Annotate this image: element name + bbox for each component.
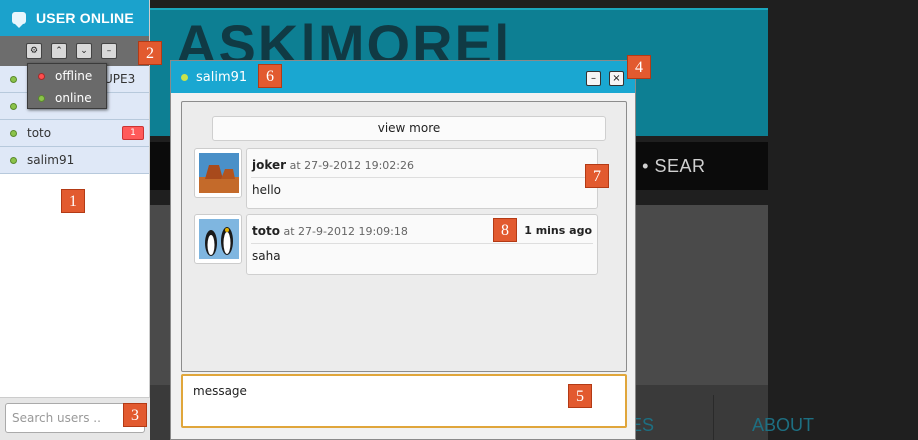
- user-name: salim91: [27, 153, 75, 167]
- status-dot-icon: [10, 75, 17, 83]
- message-author: toto: [252, 224, 280, 238]
- message-bubble: toto at 27-9-2012 19:09:18 1 mins ago sa…: [246, 214, 598, 275]
- sidebar-header: USER ONLINE: [0, 0, 149, 36]
- chat-window: salim91 – × view more joker at 27-9-2012…: [170, 60, 636, 440]
- online-dot-icon: [38, 94, 45, 102]
- annotation-badge-3: 3: [123, 403, 147, 427]
- message-text: hello: [252, 183, 281, 197]
- scroll-down-button[interactable]: ⌄: [76, 43, 92, 59]
- time-ago-label: 1 mins ago: [524, 224, 592, 237]
- message-at: at: [289, 159, 301, 172]
- message-author: joker: [252, 158, 287, 172]
- annotation-badge-8: 8: [493, 218, 517, 242]
- message-text: saha: [252, 249, 281, 263]
- status-dot-icon: [10, 102, 17, 110]
- annotation-badge-1: 1: [61, 189, 85, 213]
- minimize-chat-button[interactable]: –: [586, 71, 601, 86]
- group-label: UPE3: [104, 72, 136, 86]
- divider: [251, 243, 593, 244]
- annotation-badge-7: 7: [585, 164, 609, 188]
- desert-avatar-image: [199, 153, 239, 193]
- message-timestamp: 27-9-2012 19:09:18: [298, 225, 408, 238]
- unread-count-badge: 1: [122, 126, 144, 140]
- message-history[interactable]: view more joker at 27-9-2012 19:02:26 he…: [181, 101, 627, 372]
- chat-message: joker at 27-9-2012 19:02:26 hello: [194, 148, 598, 209]
- offline-dot-icon: [38, 72, 45, 80]
- status-option-label: offline: [55, 69, 93, 83]
- sidebar-toolbar: ⚙ ⌃ ⌄ –: [0, 36, 149, 66]
- status-option-offline[interactable]: offline: [28, 66, 106, 86]
- chat-message: toto at 27-9-2012 19:09:18 1 mins ago sa…: [194, 214, 598, 275]
- online-users-sidebar: USER ONLINE ⚙ ⌃ ⌄ – UPE3 toto 1 salim91 …: [0, 0, 150, 440]
- sidebar-title: USER ONLINE: [36, 10, 134, 26]
- annotation-badge-6: 6: [258, 64, 282, 88]
- chat-bubble-icon: [12, 12, 26, 28]
- annotation-badge-2: 2: [138, 41, 162, 65]
- annotation-badge-4: 4: [627, 55, 651, 79]
- minimize-sidebar-button[interactable]: –: [101, 43, 117, 59]
- user-item-salim91[interactable]: salim91: [0, 147, 149, 174]
- divider: [251, 177, 593, 178]
- online-dot-icon: [10, 129, 17, 137]
- annotation-badge-5: 5: [568, 384, 592, 408]
- online-dot-icon: [10, 156, 17, 164]
- avatar: [194, 148, 242, 198]
- online-dot-icon: [181, 73, 188, 81]
- user-item-toto[interactable]: toto 1: [0, 120, 149, 147]
- close-chat-button[interactable]: ×: [609, 71, 624, 86]
- avatar: [194, 214, 242, 264]
- user-name: toto: [27, 126, 52, 140]
- chat-window-header[interactable]: salim91 – ×: [171, 61, 635, 93]
- message-bubble: joker at 27-9-2012 19:02:26 hello: [246, 148, 598, 209]
- status-option-label: online: [55, 91, 92, 105]
- status-option-online[interactable]: online: [28, 88, 106, 108]
- chat-window-title: salim91: [196, 69, 248, 85]
- background-bottom-right-text: ABOUT: [752, 415, 815, 435]
- background-divider: [713, 395, 714, 440]
- message-at: at: [283, 225, 295, 238]
- message-meta: joker at 27-9-2012 19:02:26: [252, 158, 414, 172]
- settings-button[interactable]: ⚙: [26, 43, 42, 59]
- message-meta: toto at 27-9-2012 19:09:18: [252, 224, 408, 238]
- message-input[interactable]: [181, 374, 627, 428]
- message-timestamp: 27-9-2012 19:02:26: [304, 159, 414, 172]
- status-dropdown-menu: offline online: [27, 63, 107, 109]
- view-more-button[interactable]: view more: [212, 116, 606, 141]
- scroll-up-button[interactable]: ⌃: [51, 43, 67, 59]
- penguin-avatar-image: [199, 219, 239, 259]
